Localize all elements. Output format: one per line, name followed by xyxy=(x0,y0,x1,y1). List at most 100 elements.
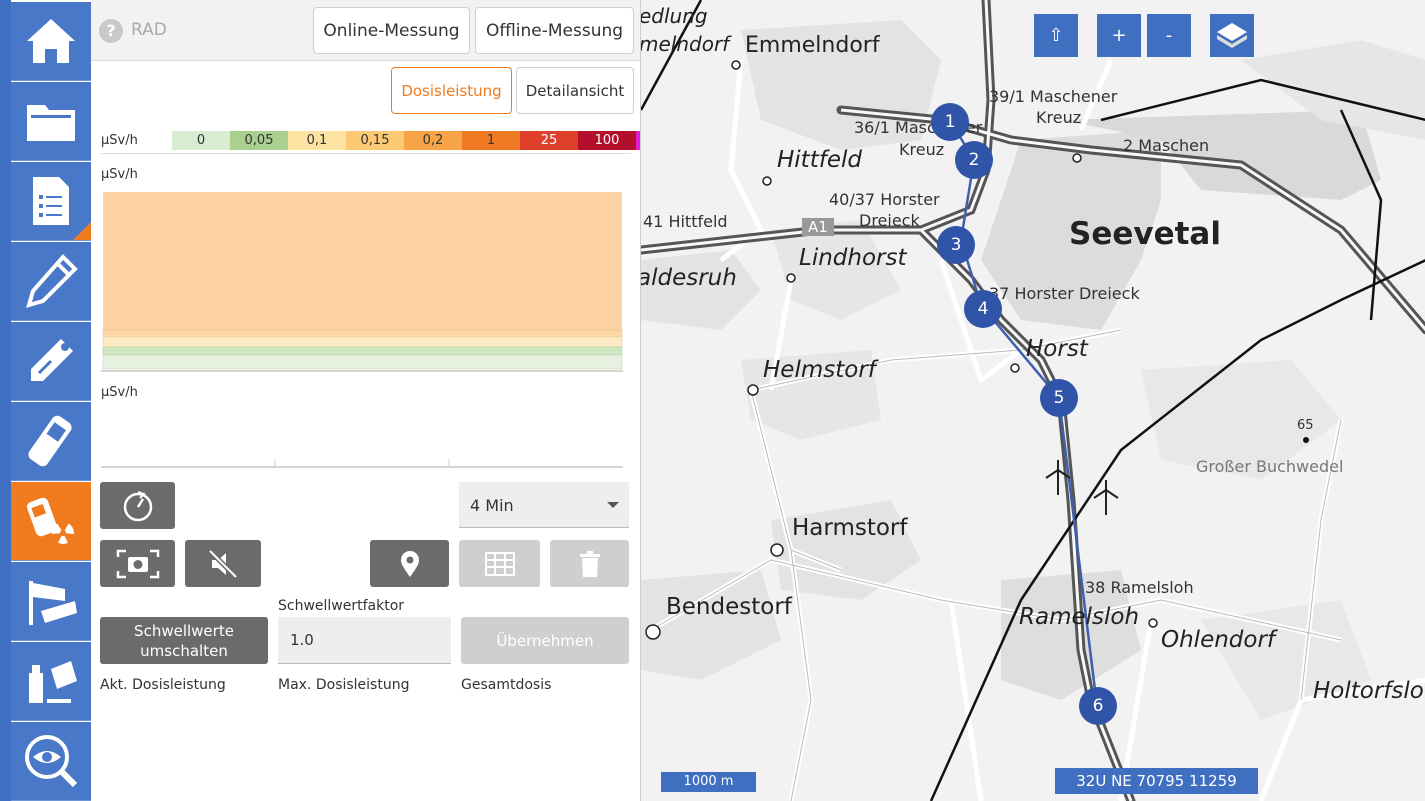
map-label: 65 xyxy=(1297,418,1314,433)
map-label: Kreuz xyxy=(899,140,945,159)
route-marker[interactable]: 4 xyxy=(964,290,1002,328)
map-town-label: Holtorfslo xyxy=(1313,678,1424,704)
scale-cell: 0,2 xyxy=(404,131,462,150)
mute-button[interactable] xyxy=(185,540,261,587)
motorway-shield: A1 xyxy=(802,218,834,236)
dose-scale-legend: µSv/h 00,050,10,150,21251001 xyxy=(101,130,676,152)
home-icon xyxy=(27,19,75,63)
map-label: 37 Horster Dreieck xyxy=(989,284,1140,303)
map-town-label: Ramelsloh xyxy=(1019,604,1140,630)
camera-button[interactable] xyxy=(100,540,175,587)
panel-title: RAD xyxy=(131,20,167,40)
map-view[interactable]: edlung melndorf Emmelndorf Hittfeld Seev… xyxy=(640,0,1425,801)
map-label: 2 Maschen xyxy=(1123,136,1210,155)
map-label: 39/1 Maschener xyxy=(989,87,1118,106)
camera-icon xyxy=(116,549,159,578)
map-label: 38 Ramelsloh xyxy=(1085,578,1194,597)
route-marker[interactable]: 1 xyxy=(931,103,969,141)
zoom-out-button[interactable]: - xyxy=(1147,14,1191,57)
probe-icon xyxy=(31,339,73,381)
scale-cell: 0,15 xyxy=(346,131,404,150)
sidebar-item-pen[interactable] xyxy=(11,242,91,321)
top-chart-unit: µSv/h xyxy=(101,167,138,182)
scale-cell: 1 xyxy=(462,131,520,150)
map-town-label: Lindhorst xyxy=(799,245,907,271)
sidebar-item-sampling[interactable] xyxy=(11,642,91,721)
scale-cell: 100 xyxy=(578,131,636,150)
sidebar-item-files[interactable] xyxy=(11,82,91,161)
chart-band-0.15 xyxy=(102,329,623,338)
map-town-label: aldesruh xyxy=(640,265,737,291)
zoom-in-button[interactable]: + xyxy=(1097,14,1141,57)
sidebar-item-windsock[interactable] xyxy=(11,562,91,641)
scale-cell: 0,05 xyxy=(230,131,288,150)
mute-icon xyxy=(208,548,238,579)
checklist-icon xyxy=(33,177,69,225)
scale-cell: 0 xyxy=(172,131,230,150)
timer-button[interactable] xyxy=(100,482,175,529)
map-coordinates: 32U NE 70795 11259 xyxy=(1055,768,1258,794)
route-marker[interactable]: 2 xyxy=(955,141,993,179)
map-canvas xyxy=(641,0,1425,801)
interval-select-value: 4 Min xyxy=(470,496,514,515)
threshold-factor-input[interactable] xyxy=(278,617,451,664)
map-town-label: Helmstorf xyxy=(763,357,876,383)
scale-unit: µSv/h xyxy=(101,133,138,148)
apply-button[interactable]: Übernehmen xyxy=(461,617,629,664)
pen-icon xyxy=(26,254,78,308)
dose-rate-tab[interactable]: Dosisleistung xyxy=(391,67,512,114)
scale-cells: 00,050,10,150,21251001 xyxy=(172,131,676,150)
offline-measurement-tab[interactable]: Offline-Messung xyxy=(475,7,634,54)
threshold-factor-label: Schwellwertfaktor xyxy=(278,598,405,614)
eye-icon xyxy=(25,735,78,788)
location-button[interactable] xyxy=(370,540,449,587)
sidebar-item-checklist[interactable] xyxy=(11,162,91,241)
windsock-icon xyxy=(29,581,77,625)
map-label: 41 Hittfeld xyxy=(643,212,728,231)
map-town-label: Seevetal xyxy=(1069,216,1221,252)
interval-select[interactable]: 4 Min xyxy=(459,482,629,528)
sidebar-item-home[interactable] xyxy=(11,2,91,81)
sidebar-item-view[interactable] xyxy=(11,722,91,801)
sidebar-item-probe[interactable] xyxy=(11,322,91,401)
map-label: 40/37 Horster xyxy=(829,190,940,209)
map-town-label: Harmstorf xyxy=(792,515,908,541)
table-icon xyxy=(484,551,515,576)
table-button[interactable] xyxy=(459,540,540,587)
help-icon[interactable]: ? xyxy=(99,19,123,43)
sidebar-item-device[interactable] xyxy=(11,402,91,481)
dose-rate-chart xyxy=(101,192,623,372)
scale-cell: 0,1 xyxy=(288,131,346,150)
panel-header: ? RAD Online-Messung Offline-Messung xyxy=(91,0,640,61)
sampling-icon xyxy=(29,661,77,703)
device-icon xyxy=(28,415,72,467)
map-town-label: Hittfeld xyxy=(777,147,862,173)
chart-band-0.2 xyxy=(103,192,622,330)
map-scale-bar: 1000 m xyxy=(661,772,756,792)
delete-button[interactable] xyxy=(550,540,629,587)
switch-threshold-button[interactable]: Schwellwerte umschalten xyxy=(100,617,268,664)
radiation-device-icon xyxy=(26,497,74,544)
map-town-label: melndorf xyxy=(640,32,730,56)
map-north-button[interactable]: ⇧ xyxy=(1034,14,1078,57)
chart-band-0.1 xyxy=(102,336,623,348)
sidebar xyxy=(0,0,91,801)
chevron-down-icon xyxy=(607,502,619,508)
chart-band-0.05 xyxy=(102,346,623,356)
chart-band-0 xyxy=(102,354,623,370)
sidebar-item-radiation[interactable] xyxy=(11,482,91,561)
divider xyxy=(101,153,631,154)
online-measurement-tab[interactable]: Online-Messung xyxy=(313,7,470,54)
route-marker[interactable]: 5 xyxy=(1040,379,1078,417)
route-marker[interactable]: 3 xyxy=(937,226,975,264)
scale-cell: 25 xyxy=(520,131,578,150)
map-label: Kreuz xyxy=(1036,108,1082,127)
map-town-label: edlung xyxy=(640,4,708,28)
detail-view-tab[interactable]: Detailansicht xyxy=(516,67,634,114)
route-marker[interactable]: 6 xyxy=(1079,687,1117,725)
timer-icon xyxy=(123,490,152,521)
layers-button[interactable] xyxy=(1210,14,1254,57)
max-dose-rate-label: Max. Dosisleistung xyxy=(278,677,410,693)
map-label: Dreieck xyxy=(859,211,920,230)
dose-history-chart xyxy=(101,459,623,468)
